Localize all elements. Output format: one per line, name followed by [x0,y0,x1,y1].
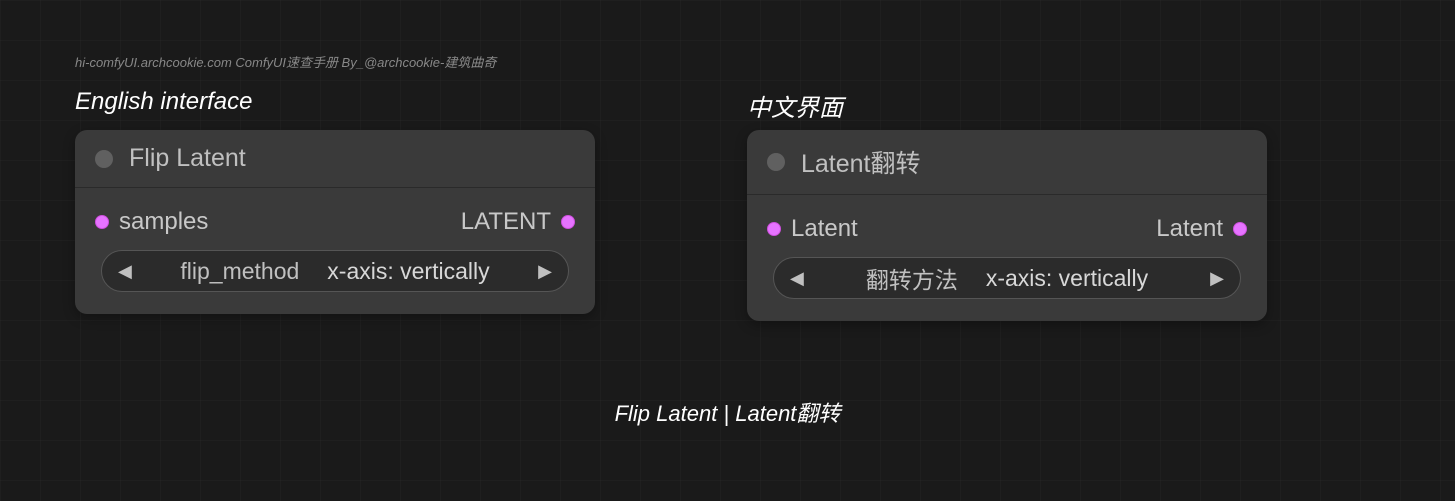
node-body: samples LATENT ◀ flip_method x-axis: ver… [75,188,595,314]
selector-content[interactable]: flip_method x-axis: vertically [132,258,538,285]
input-dot-icon[interactable] [95,215,109,229]
bottom-caption: Flip Latent | Latent翻转 [0,396,1455,428]
input-port[interactable]: samples [95,208,208,236]
output-port[interactable]: Latent [1156,215,1247,243]
status-dot-icon [95,150,113,168]
output-dot-icon[interactable] [1233,222,1247,236]
selector-value: x-axis: vertically [327,258,489,285]
input-dot-icon[interactable] [767,222,781,236]
input-port[interactable]: Latent [767,215,858,243]
selector-value: x-axis: vertically [986,265,1148,292]
selector-key: flip_method [180,258,299,285]
node-header[interactable]: Latent翻转 [747,130,1267,195]
arrow-left-icon[interactable]: ◀ [118,261,132,282]
node-header[interactable]: Flip Latent [75,130,595,188]
input-label: samples [119,208,208,236]
output-port[interactable]: LATENT [461,208,575,236]
selector-content[interactable]: 翻转方法 x-axis: vertically [804,261,1210,295]
node-flip-latent-en[interactable]: Flip Latent samples LATENT ◀ flip_method… [75,130,595,314]
output-label: LATENT [461,208,551,236]
arrow-right-icon[interactable]: ▶ [1210,268,1224,289]
output-dot-icon[interactable] [561,215,575,229]
arrow-right-icon[interactable]: ▶ [538,261,552,282]
io-row: samples LATENT [93,204,577,250]
node-title: Flip Latent [129,144,246,173]
section-label-english: English interface [75,88,252,116]
status-dot-icon [767,153,785,171]
watermark-text: hi-comfyUI.archcookie.com ComfyUI速查手册 By… [75,52,496,71]
node-body: Latent Latent ◀ 翻转方法 x-axis: vertically … [747,195,1267,321]
arrow-left-icon[interactable]: ◀ [790,268,804,289]
selector-key: 翻转方法 [866,261,958,295]
section-label-chinese: 中文界面 [747,88,843,123]
output-label: Latent [1156,215,1223,243]
input-label: Latent [791,215,858,243]
flip-method-selector[interactable]: ◀ flip_method x-axis: vertically ▶ [101,250,569,292]
node-title: Latent翻转 [801,144,921,180]
flip-method-selector[interactable]: ◀ 翻转方法 x-axis: vertically ▶ [773,257,1241,299]
io-row: Latent Latent [765,211,1249,257]
node-flip-latent-zh[interactable]: Latent翻转 Latent Latent ◀ 翻转方法 x-axis: ve… [747,130,1267,321]
